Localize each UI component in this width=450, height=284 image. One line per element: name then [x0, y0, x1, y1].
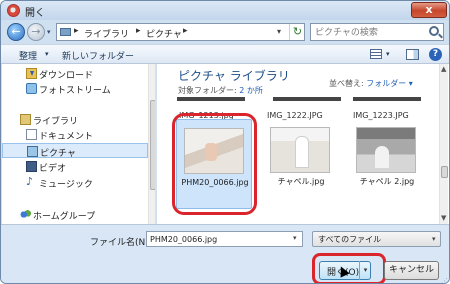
file-list-scrollbar[interactable]: ▲ ▼: [439, 64, 448, 224]
refresh-icon[interactable]: ↻: [289, 24, 305, 40]
partial-thumbnail: [353, 97, 421, 101]
nav-item-music[interactable]: ♪ ミュージック: [2, 175, 148, 190]
nav-pane-scrollbar[interactable]: [148, 64, 155, 224]
change-view-icon[interactable]: [370, 49, 382, 59]
nav-item-documents[interactable]: ドキュメント: [2, 127, 148, 142]
chevron-down-icon[interactable]: ▾: [45, 50, 49, 58]
partial-thumbnail: [177, 97, 245, 101]
nav-item-libraries[interactable]: ライブラリ: [2, 112, 148, 127]
title-bar: 開く x: [1, 1, 449, 20]
nav-item-label: ライブラリ: [33, 117, 79, 127]
file-name-label: ファイル名(N):: [90, 238, 152, 248]
organize-button[interactable]: 整理: [19, 49, 37, 62]
help-icon[interactable]: ?: [429, 48, 442, 61]
back-button[interactable]: ←: [7, 23, 25, 41]
nav-item-label: ビデオ: [39, 164, 67, 174]
selection-highlight-ring: [172, 113, 257, 215]
music-icon: ♪: [26, 176, 37, 187]
thumbnail-image: [270, 127, 330, 173]
arrange-dropdown[interactable]: フォルダー ▾: [366, 79, 413, 88]
close-button[interactable]: x: [411, 2, 447, 18]
arrange-label: 並べ替え:: [329, 79, 364, 88]
documents-icon: [26, 129, 37, 140]
resize-grip-icon[interactable]: ⋰: [441, 277, 448, 283]
address-bar[interactable]: ▸ ライブラリ ▸ ピクチャ ▸ ▾ ↻: [56, 23, 305, 41]
thumbnail-image: [356, 127, 416, 173]
search-icon[interactable]: [429, 26, 439, 36]
video-icon: [26, 161, 37, 172]
cancel-button[interactable]: キャンセル: [384, 261, 439, 280]
file-name-label: チャペル 2.jpg: [359, 177, 415, 186]
search-box[interactable]: [310, 23, 444, 41]
file-name-label: チャペル.jpg: [277, 177, 325, 186]
nav-pane-scroll-thumb[interactable]: [150, 100, 155, 190]
nav-item-pictures[interactable]: ピクチャ: [2, 143, 148, 159]
nav-item-label: ミュージック: [39, 180, 93, 190]
download-folder-icon: [26, 68, 37, 79]
chevron-down-icon: ▾: [432, 235, 436, 243]
forward-button[interactable]: →: [27, 23, 45, 41]
file-name-combobox[interactable]: ▾: [146, 231, 303, 247]
new-folder-button[interactable]: 新しいフォルダー: [62, 49, 134, 62]
file-type-value: すべてのファイル: [318, 235, 382, 244]
nav-item-photostream[interactable]: フォトストリーム: [2, 81, 148, 96]
target-folder-info: 対象フォルダー: 2 か所: [178, 85, 263, 96]
breadcrumb-library[interactable]: ライブラリ: [84, 27, 129, 40]
nav-item-label: フォトストリーム: [39, 86, 111, 96]
nav-item-downloads[interactable]: ダウンロード: [2, 66, 148, 81]
file-name-input[interactable]: [150, 234, 288, 245]
pictures-icon: [27, 146, 38, 157]
library-icon: [20, 114, 31, 125]
photostream-icon: [26, 83, 37, 94]
breadcrumb-separator-icon[interactable]: ▸: [136, 26, 141, 36]
address-dropdown-icon[interactable]: ▾: [277, 27, 281, 36]
nav-item-video[interactable]: ビデオ: [2, 159, 148, 174]
breadcrumb-pictures[interactable]: ピクチャ: [146, 27, 182, 40]
chevron-down-icon[interactable]: ▾: [293, 234, 297, 242]
arrange-by: 並べ替え: フォルダー ▾: [329, 78, 413, 89]
open-button-highlight-ring: [312, 253, 386, 283]
nav-item-label: ダウンロード: [39, 71, 94, 81]
command-bar: 整理 ▾ 新しいフォルダー ▾ ?: [1, 44, 449, 64]
homegroup-icon: [20, 209, 31, 220]
library-title: ピクチャ ライブラリ: [178, 69, 290, 83]
open-dialog: 開く x ← → ▾ ▸ ライブラリ ▸ ピクチャ ▸ ▾ ↻ 整理 ▾ 新しい…: [0, 0, 450, 284]
partial-thumbnail: [273, 97, 341, 101]
file-type-select[interactable]: すべてのファイル ▾: [312, 231, 441, 247]
nav-item-label: ドキュメント: [39, 132, 94, 142]
folder-icon: [60, 28, 71, 36]
file-item-chapel-2[interactable]: チャペル 2.jpg: [349, 119, 425, 209]
target-folder-link[interactable]: 2 か所: [239, 86, 263, 95]
scroll-up-icon[interactable]: ▲: [441, 65, 446, 73]
search-input[interactable]: [315, 26, 425, 39]
file-list-pane: ピクチャ ライブラリ 対象フォルダー: 2 か所 並べ替え: フォルダー ▾ I…: [157, 64, 449, 224]
window-title: 開く: [25, 8, 45, 19]
nav-item-label: ピクチャ: [40, 149, 76, 159]
nav-item-label: ホームグループ: [33, 212, 96, 222]
preview-pane-icon[interactable]: [406, 49, 419, 60]
navigation-pane: ダウンロード フォトストリーム ライブラリ ドキュメント ピクチャ ビデオ ♪ …: [2, 64, 156, 224]
navigation-bar: ← → ▾ ▸ ライブラリ ▸ ピクチャ ▸ ▾ ↻: [1, 20, 449, 44]
recent-locations-icon[interactable]: ▾: [47, 28, 51, 36]
chrome-app-icon: [7, 4, 20, 17]
target-folder-label: 対象フォルダー:: [178, 86, 237, 95]
breadcrumb-separator-icon[interactable]: ▸: [74, 26, 79, 36]
scroll-down-icon[interactable]: ▼: [441, 214, 446, 222]
file-item-chapel[interactable]: チャペル.jpg: [263, 119, 339, 209]
breadcrumb-separator-icon[interactable]: ▸: [183, 26, 188, 36]
file-list-scroll-thumb[interactable]: [441, 166, 448, 178]
nav-item-homegroup[interactable]: ホームグループ: [2, 207, 148, 222]
view-options-chevron-icon[interactable]: ▾: [386, 50, 390, 58]
dialog-footer: ファイル名(N): ▾ すべてのファイル ▾ 開く(O) ▾ キャンセル ⋰: [1, 224, 449, 283]
